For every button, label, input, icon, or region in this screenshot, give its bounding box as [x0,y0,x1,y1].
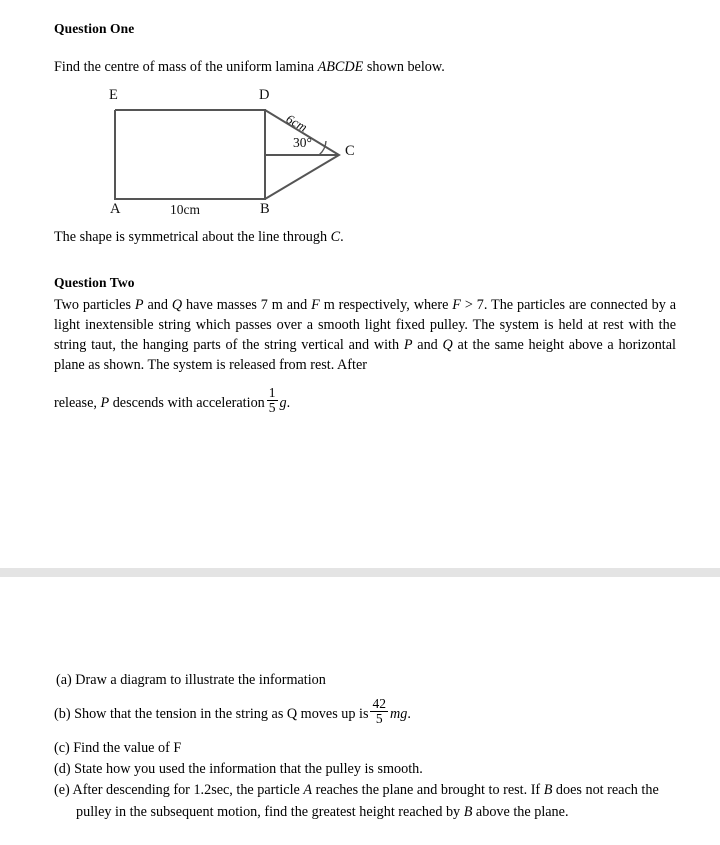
part-e-seg4: above the plane. [472,803,569,820]
question-one-symmetry-note: The shape is symmetrical about the line … [54,227,674,247]
q2-seg4: m respectively, where [319,297,453,313]
part-c-body: Find the value of F [73,740,182,756]
question-two-body: Two particles P and Q have masses 7 m an… [54,295,676,375]
release-seg1: release, [54,394,101,411]
gravity-symbol: g [279,394,287,411]
part-a: (a) Draw a diagram to illustrate the inf… [56,670,671,692]
rectangle-aedb [114,109,266,200]
part-b-text-after: . [407,705,411,722]
mass-f-1: F [311,297,320,313]
part-c: (c) Find the value of F [54,738,669,760]
release-seg2: descends with acceleration [109,394,265,411]
part-a-marker: (a) [56,672,72,688]
tension-fraction-numerator: 42 [372,696,386,712]
q2-seg1: Two particles [54,297,135,313]
vertex-label-a: A [110,201,121,217]
question-one-heading: Question One [54,21,135,36]
particle-q-2: Q [442,337,453,353]
part-e-seg1: After descending for 1.2sec, the particl… [72,782,304,798]
lamina-label: ABCDE [317,59,364,75]
part-c-marker: (c) [54,740,70,756]
angle-label-30: 30° [293,135,312,150]
vertex-label-e: E [109,87,118,103]
lamina-diagram: E D A B C 10cm 6cm 30° [95,85,385,225]
note-point-c: C [330,229,341,245]
part-b-marker: (b) [54,705,71,722]
part-d-marker: (d) [54,761,71,777]
tension-fraction-denominator: 5 [370,711,388,726]
question-two-release-line: release, P descends with acceleration 1 5 g… [54,385,676,417]
q2-seg3: have masses 7 m and [182,297,312,313]
fraction-denominator: 5 [266,400,278,416]
fraction-numerator: 1 [268,385,276,401]
note-after: . [340,229,344,245]
particle-a-label: A [303,782,313,798]
release-particle-p: P [100,394,110,411]
acceleration-fraction: 15 [266,385,278,416]
particle-p-2: P [403,337,413,353]
vertex-label-c: C [345,143,355,159]
mass-f-2: F [452,297,461,313]
part-e-seg2: reaches the plane and brought to rest. I… [312,782,544,798]
part-b-text-before: Show that the tension in the string as Q… [74,705,369,722]
note-before: The shape is symmetrical about the line … [54,229,331,245]
page-separator-band [0,568,720,577]
q2-seg6: and [412,337,443,353]
lamina-diagram-svg [114,109,341,200]
particle-p-1: P [134,297,144,313]
base-length-label: 10cm [170,202,200,217]
particle-q-1: Q [171,297,183,313]
part-b: (b) Show that the tension in the string … [54,697,669,728]
q2-seg2: and [143,297,172,313]
part-a-body: Draw a diagram to illustrate the informa… [75,672,326,688]
vertex-label-d: D [259,87,270,103]
part-e: (e) After descending for 1.2sec, the par… [54,780,695,823]
release-seg3: . [286,394,291,411]
vertex-label-b: B [260,201,270,217]
part-d-body: State how you used the information that … [74,761,423,777]
question-two-heading: Question Two [54,275,135,290]
document-page: Question One Find the centre of mass of … [0,0,720,845]
part-e-marker: (e) [54,782,70,798]
part-d: (d) State how you used the information t… [54,759,669,781]
prompt-text-before: Find the centre of mass of the uniform l… [54,59,318,75]
prompt-text-after: shown below. [363,59,445,75]
tension-mg-symbol: mg [389,705,408,722]
tension-fraction: 42 5 [370,697,388,726]
question-one-prompt: Find the centre of mass of the uniform l… [54,57,674,77]
